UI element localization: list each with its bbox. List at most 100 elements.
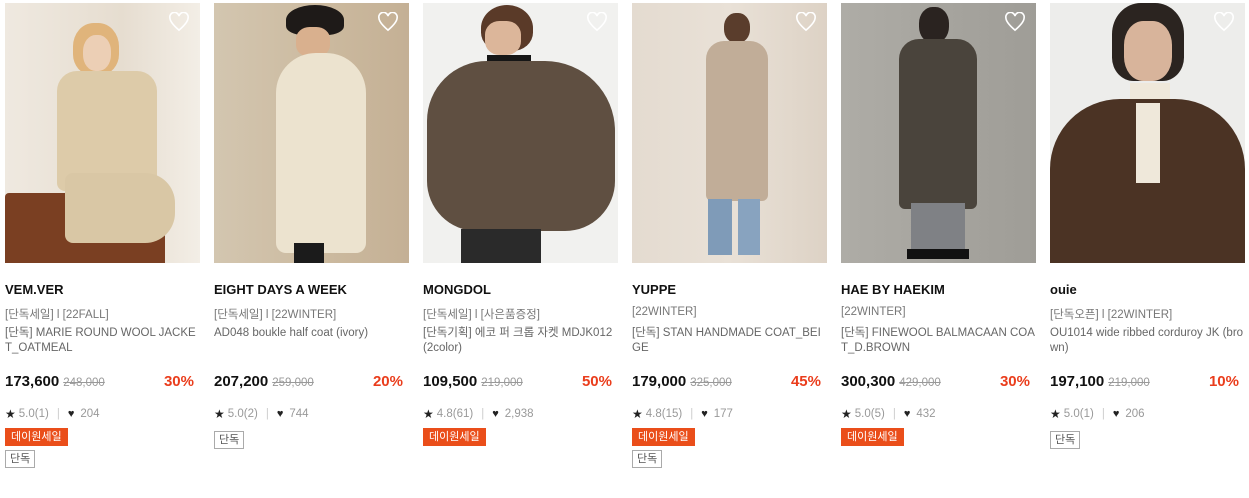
divider: | bbox=[265, 408, 269, 420]
original-price: 259,000 bbox=[272, 377, 314, 389]
sale-price: 179,000 bbox=[632, 373, 687, 390]
product-image[interactable] bbox=[1050, 3, 1245, 263]
wishlist-heart-icon[interactable] bbox=[1213, 12, 1235, 32]
product-name[interactable]: OU1014 wide ribbed corduroy JK (brown) bbox=[1050, 326, 1245, 358]
price-row: 197,100 219,000 10% bbox=[1050, 373, 1245, 393]
product-name[interactable]: [단독] FINEWOOL BALMACAAN COAT_D.BROWN bbox=[841, 326, 1036, 358]
product-card[interactable]: MONGDOL [단독세일] l [사은품증정] [단독기획] 에코 퍼 크롭 … bbox=[423, 3, 618, 446]
product-name[interactable]: [단독기획] 에코 퍼 크롭 자켓 MDJK012 (2color) bbox=[423, 326, 618, 358]
price-row: 300,300 429,000 30% bbox=[841, 373, 1036, 393]
discount-rate: 10% bbox=[1208, 373, 1239, 390]
brand-name[interactable]: VEM.VER bbox=[5, 282, 200, 300]
original-price: 429,000 bbox=[899, 377, 941, 389]
wishlist-heart-icon[interactable] bbox=[168, 12, 190, 32]
brand-name[interactable]: YUPPE bbox=[632, 282, 827, 300]
product-tags: [22WINTER] bbox=[841, 306, 906, 318]
product-grid: VEM.VER [단독세일] l [22FALL] [단독] MARIE ROU… bbox=[0, 0, 1249, 498]
product-meta: ★ 5.0(2) | ♥ 744 bbox=[214, 406, 409, 422]
product-card[interactable]: VEM.VER [단독세일] l [22FALL] [단독] MARIE ROU… bbox=[5, 3, 200, 468]
wishlist-heart-icon[interactable] bbox=[1004, 12, 1026, 32]
discount-rate: 50% bbox=[581, 373, 612, 390]
exclusive-badge: 단독 bbox=[632, 450, 663, 468]
product-meta: ★ 4.8(61) | ♥ 2,938 bbox=[423, 406, 618, 422]
rating-value: 5.0(1) bbox=[1063, 408, 1094, 420]
divider: | bbox=[690, 408, 694, 420]
wishlist-heart-icon[interactable] bbox=[795, 12, 817, 32]
original-price: 325,000 bbox=[690, 377, 732, 389]
rating-value: 4.8(61) bbox=[436, 408, 474, 420]
divider: | bbox=[1101, 408, 1105, 420]
badge-group: 단독 bbox=[214, 427, 409, 449]
sale-price: 207,200 bbox=[214, 373, 269, 390]
product-meta: ★ 5.0(1) | ♥ 204 bbox=[5, 406, 200, 422]
star-icon: ★ bbox=[214, 407, 225, 421]
product-tags: [단독세일] l [22FALL] bbox=[5, 309, 109, 321]
sale-badge: 데이원세일 bbox=[423, 428, 486, 446]
badge-group: 단독 bbox=[1050, 427, 1245, 449]
product-name[interactable]: AD048 boukle half coat (ivory) bbox=[214, 326, 409, 358]
original-price: 219,000 bbox=[1108, 377, 1150, 389]
wishlist-heart-icon[interactable] bbox=[586, 12, 608, 32]
rating-value: 5.0(1) bbox=[18, 408, 49, 420]
sale-badge: 데이원세일 bbox=[632, 428, 695, 446]
product-meta: ★ 4.8(15) | ♥ 177 bbox=[632, 406, 827, 422]
product-tags: [단독세일] l [22WINTER] bbox=[214, 309, 337, 321]
divider: | bbox=[56, 408, 60, 420]
star-icon: ★ bbox=[423, 407, 434, 421]
price-row: 207,200 259,000 20% bbox=[214, 373, 409, 393]
discount-rate: 20% bbox=[372, 373, 403, 390]
brand-name[interactable]: EIGHT DAYS A WEEK bbox=[214, 282, 409, 300]
wishlist-heart-icon[interactable] bbox=[377, 12, 399, 32]
exclusive-badge: 단독 bbox=[214, 431, 245, 449]
discount-rate: 45% bbox=[790, 373, 821, 390]
brand-name[interactable]: MONGDOL bbox=[423, 282, 618, 300]
discount-rate: 30% bbox=[163, 373, 194, 390]
like-count: 2,938 bbox=[504, 408, 534, 420]
product-image[interactable] bbox=[423, 3, 618, 263]
exclusive-badge: 단독 bbox=[5, 450, 36, 468]
heart-filled-icon: ♥ bbox=[67, 408, 75, 420]
sale-price: 173,600 bbox=[5, 373, 60, 390]
product-card[interactable]: ouie [단독오픈] l [22WINTER] OU1014 wide rib… bbox=[1050, 3, 1245, 449]
product-meta: ★ 5.0(1) | ♥ 206 bbox=[1050, 406, 1245, 422]
like-count: 177 bbox=[713, 408, 733, 420]
product-name[interactable]: [단독] STAN HANDMADE COAT_BEIGE bbox=[632, 326, 827, 358]
product-name[interactable]: [단독] MARIE ROUND WOOL JACKET_OATMEAL bbox=[5, 326, 200, 358]
sale-price: 197,100 bbox=[1050, 373, 1105, 390]
price-row: 109,500 219,000 50% bbox=[423, 373, 618, 393]
product-image[interactable] bbox=[5, 3, 200, 263]
like-count: 432 bbox=[916, 408, 936, 420]
star-icon: ★ bbox=[841, 407, 852, 421]
product-image[interactable] bbox=[841, 3, 1036, 263]
star-icon: ★ bbox=[5, 407, 16, 421]
like-count: 206 bbox=[1125, 408, 1145, 420]
badge-group: 데이원세일 단독 bbox=[5, 427, 200, 468]
rating-value: 5.0(2) bbox=[227, 408, 258, 420]
badge-group: 데이원세일 bbox=[841, 427, 1036, 446]
exclusive-badge: 단독 bbox=[1050, 431, 1081, 449]
original-price: 248,000 bbox=[63, 377, 105, 389]
original-price: 219,000 bbox=[481, 377, 523, 389]
divider: | bbox=[892, 408, 896, 420]
product-card[interactable]: HAE BY HAEKIM [22WINTER] [단독] FINEWOOL B… bbox=[841, 3, 1036, 446]
divider: | bbox=[481, 408, 485, 420]
rating-value: 4.8(15) bbox=[645, 408, 683, 420]
product-image[interactable] bbox=[214, 3, 409, 263]
product-tags: [22WINTER] bbox=[632, 306, 697, 318]
product-meta: ★ 5.0(5) | ♥ 432 bbox=[841, 406, 1036, 422]
heart-filled-icon: ♥ bbox=[492, 408, 499, 420]
product-card[interactable]: EIGHT DAYS A WEEK [단독세일] l [22WINTER] AD… bbox=[214, 3, 409, 449]
brand-name[interactable]: ouie bbox=[1050, 282, 1245, 300]
star-icon: ★ bbox=[632, 407, 643, 421]
sale-price: 300,300 bbox=[841, 373, 896, 390]
product-tags: [단독세일] l [사은품증정] bbox=[423, 309, 540, 321]
price-row: 179,000 325,000 45% bbox=[632, 373, 827, 393]
product-image[interactable] bbox=[632, 3, 827, 263]
brand-name[interactable]: HAE BY HAEKIM bbox=[841, 282, 1036, 300]
star-icon: ★ bbox=[1050, 407, 1061, 421]
heart-filled-icon: ♥ bbox=[276, 408, 284, 420]
product-card[interactable]: YUPPE [22WINTER] [단독] STAN HANDMADE COAT… bbox=[632, 3, 827, 468]
product-tags: [단독오픈] l [22WINTER] bbox=[1050, 309, 1173, 321]
sale-badge: 데이원세일 bbox=[5, 428, 68, 446]
like-count: 744 bbox=[289, 408, 309, 420]
